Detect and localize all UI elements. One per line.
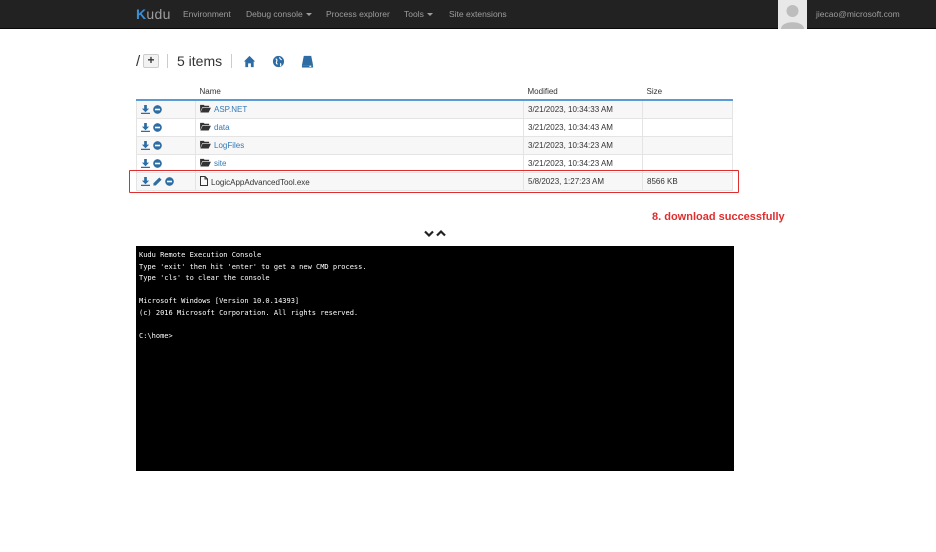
delete-icon[interactable] xyxy=(153,158,163,168)
console-line: Type 'cls' to clear the console xyxy=(139,274,270,282)
modified-cell: 3/21/2023, 10:34:33 AM xyxy=(523,99,643,118)
highlight-box xyxy=(129,170,739,193)
file-name-cell: ASP.NET xyxy=(195,99,524,118)
annotation-text: 8. download successfully xyxy=(652,211,785,223)
folder-open-icon xyxy=(200,140,211,149)
file-link[interactable]: LogFiles xyxy=(214,141,244,150)
file-name-cell: data xyxy=(195,117,524,136)
folder-open-icon xyxy=(200,105,211,113)
file-link[interactable]: site xyxy=(214,159,226,168)
size-cell xyxy=(642,117,733,136)
divider xyxy=(167,54,168,68)
download-icon[interactable] xyxy=(141,140,150,150)
console-line: (c) 2016 Microsoft Corporation. All righ… xyxy=(139,308,359,317)
add-button[interactable]: + xyxy=(143,54,159,68)
file-name-cell: LogFiles xyxy=(195,135,524,154)
breadcrumb-root[interactable]: / xyxy=(136,53,140,70)
table-header-row: Name Modified Size xyxy=(136,83,733,101)
row-actions xyxy=(136,99,196,118)
modified-cell: 3/21/2023, 10:34:43 AM xyxy=(523,117,643,136)
actions-header xyxy=(136,83,196,101)
file-link[interactable]: data xyxy=(214,123,230,132)
delete-icon[interactable] xyxy=(153,140,163,150)
console-line: Microsoft Windows [Version 10.0.14393] xyxy=(139,297,300,305)
user-email: jiecao@microsoft.com xyxy=(816,9,900,19)
kudu-logo[interactable]: Kudu xyxy=(136,6,171,22)
chevron-up-icon xyxy=(436,229,446,237)
nav-site-extensions[interactable]: Site extensions xyxy=(449,9,507,19)
row-actions xyxy=(136,135,196,154)
folder-open-icon xyxy=(200,158,211,167)
nav-debug-console[interactable]: Debug console xyxy=(246,9,312,19)
folder-open-icon xyxy=(200,122,211,131)
table-row[interactable]: LogFiles 3/21/2023, 10:34:23 AM xyxy=(136,135,733,154)
drive-icon[interactable] xyxy=(301,55,314,68)
row-actions xyxy=(136,117,196,136)
size-cell xyxy=(642,135,733,154)
table-row[interactable]: data 3/21/2023, 10:34:43 AM xyxy=(136,117,733,136)
size-cell xyxy=(642,99,733,118)
file-link[interactable]: ASP.NET xyxy=(214,105,247,114)
caret-down-icon xyxy=(426,13,433,17)
modified-cell: 3/21/2023, 10:34:23 AM xyxy=(523,135,643,154)
nav-environment[interactable]: Environment xyxy=(183,9,231,19)
divider xyxy=(231,54,232,68)
top-navbar: Kudu Environment Debug console Process e… xyxy=(0,0,936,29)
console-prompt[interactable]: C:\home> xyxy=(139,331,731,343)
delete-icon[interactable] xyxy=(153,122,163,132)
remote-console[interactable]: Kudu Remote Execution Console Type 'exit… xyxy=(136,246,734,471)
chevron-down-icon xyxy=(424,230,434,238)
nav-process-explorer[interactable]: Process explorer xyxy=(326,9,390,19)
globe-icon[interactable] xyxy=(272,55,285,68)
home-icon[interactable] xyxy=(243,55,256,68)
column-header-modified[interactable]: Modified xyxy=(523,83,643,101)
table-row[interactable]: ASP.NET 3/21/2023, 10:34:33 AM xyxy=(136,99,733,118)
console-line: Type 'exit' then hit 'enter' to get a ne… xyxy=(139,262,367,271)
user-silhouette-icon xyxy=(778,0,807,29)
console-line: Kudu Remote Execution Console xyxy=(139,251,262,259)
download-icon[interactable] xyxy=(141,158,150,168)
download-icon[interactable] xyxy=(141,104,150,114)
nav-tools[interactable]: Tools xyxy=(404,9,433,19)
caret-down-icon xyxy=(305,13,312,17)
user-avatar[interactable] xyxy=(778,0,807,29)
download-icon[interactable] xyxy=(141,122,150,132)
delete-icon[interactable] xyxy=(153,105,163,114)
column-header-name[interactable]: Name xyxy=(195,83,524,101)
console-toggle-arrows[interactable] xyxy=(424,229,446,239)
items-count: 5 items xyxy=(177,53,223,69)
column-header-size[interactable]: Size xyxy=(642,83,733,101)
